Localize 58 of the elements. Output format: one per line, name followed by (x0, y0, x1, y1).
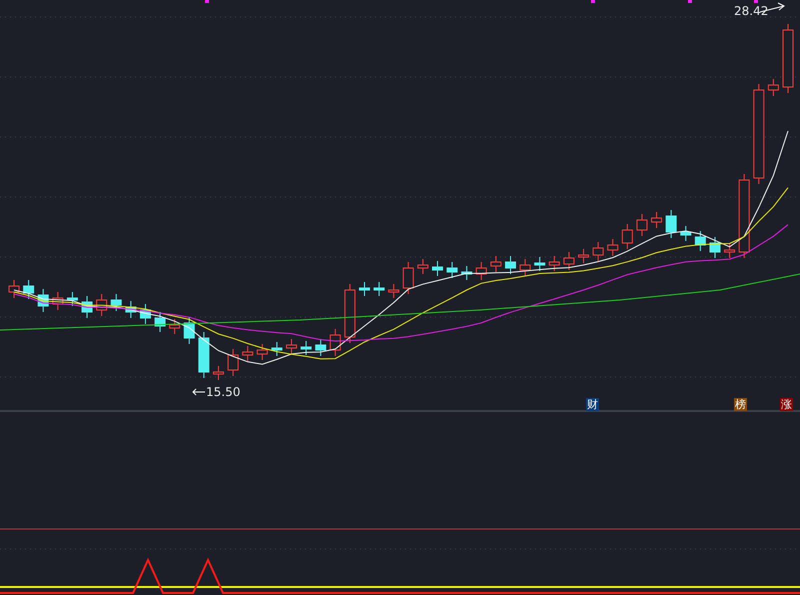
candlestick (8, 280, 20, 298)
arrow-icon (192, 388, 206, 396)
candlestick (96, 294, 108, 316)
candlestick (694, 230, 706, 252)
candlestick (563, 252, 574, 270)
candlestick (66, 292, 78, 306)
candlestick (212, 366, 224, 380)
candlestick (359, 282, 370, 296)
event-tag[interactable]: 榜 (734, 398, 747, 411)
candlestick (52, 292, 64, 310)
candlestick (520, 258, 531, 276)
candlestick (782, 24, 794, 94)
candlestick (184, 316, 195, 344)
candlestick (724, 244, 736, 258)
event-tag[interactable]: 涨 (780, 398, 793, 411)
candlestick (169, 318, 180, 334)
candlestick (607, 238, 618, 256)
candlestick (461, 266, 472, 280)
candlestick (622, 224, 633, 250)
event-tag[interactable]: 财 (586, 398, 599, 411)
candlestick (315, 338, 326, 356)
candlestick (505, 256, 516, 274)
candlestick (271, 342, 282, 356)
candlestick (286, 338, 297, 354)
candlestick (680, 226, 692, 242)
candlestick (578, 248, 590, 264)
candlestick (330, 328, 341, 356)
candlestick (154, 312, 166, 332)
candlestick (709, 236, 720, 258)
candlestick (490, 256, 502, 272)
candlestick (198, 332, 210, 378)
candlestick (140, 304, 151, 324)
candlestick (666, 210, 677, 238)
candlestick (256, 344, 268, 360)
candlestick (651, 212, 662, 228)
candlestick (476, 262, 487, 280)
candlestick (768, 78, 779, 96)
candlestick (374, 282, 385, 296)
low-price-label: 15.50 (206, 385, 240, 399)
candlestick (242, 346, 254, 362)
candlestick (110, 294, 122, 312)
candlestick (388, 284, 400, 298)
candlestick (344, 284, 356, 344)
candlestick (300, 340, 312, 356)
candlestick (228, 348, 239, 376)
candlestick (636, 214, 648, 236)
candlestick (125, 300, 136, 318)
candlestick (23, 280, 34, 300)
candlestick (534, 256, 546, 272)
high-price-label: 28.42 (734, 4, 768, 18)
candlestick (432, 260, 443, 276)
candlestick (548, 256, 560, 272)
candlestick (446, 262, 458, 278)
candlestick (82, 296, 93, 318)
candlestick (592, 242, 604, 262)
candlestick (402, 262, 414, 294)
candlestick (38, 288, 49, 312)
candlestick (417, 258, 428, 274)
